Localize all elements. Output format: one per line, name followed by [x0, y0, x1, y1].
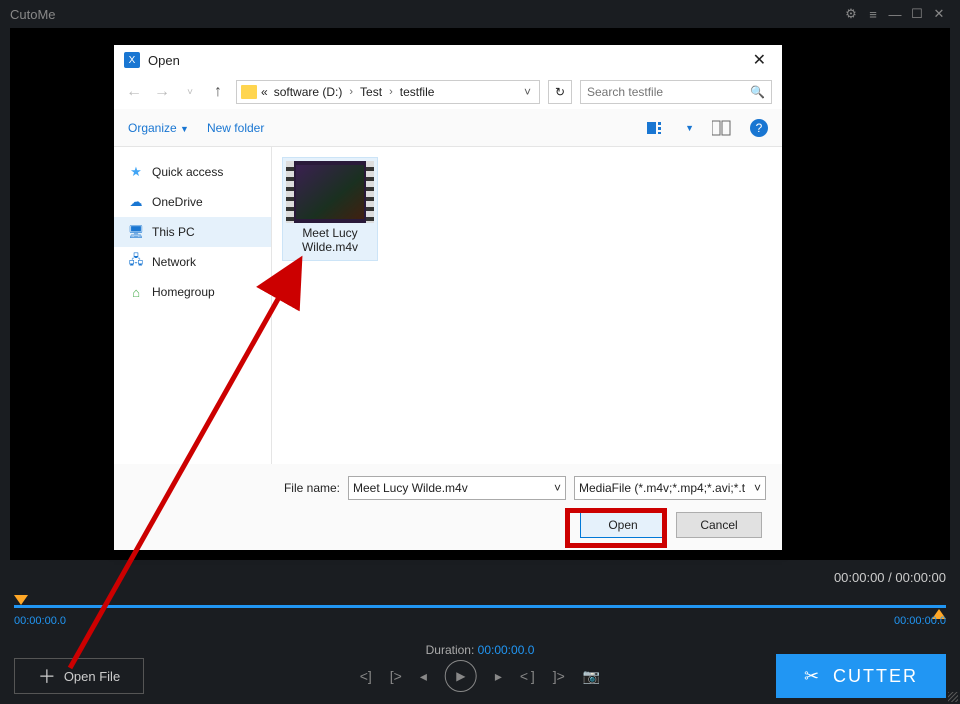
search-icon: 🔍 — [750, 85, 765, 99]
dialog-toolbar: Organize ▼ New folder ▼ ? — [114, 109, 782, 147]
cutter-button[interactable]: ✂ CUTTER — [776, 654, 946, 698]
dialog-sidebar: ★ Quick access ☁ OneDrive 🖥 This PC 🖧 Ne… — [114, 147, 272, 464]
path-seg-drive[interactable]: software (D:) — [272, 85, 345, 99]
dialog-title: Open — [148, 53, 747, 68]
step-end-icon[interactable]: ]> — [553, 668, 565, 684]
back-icon[interactable]: ← — [124, 83, 144, 101]
resize-grip[interactable] — [948, 692, 958, 702]
app-titlebar: CutoMe ⚙ ≡ ― ☐ ✕ — [0, 0, 960, 28]
time-display: 00:00:00 / 00:00:00 — [834, 570, 946, 585]
current-time: 00:00:00 — [834, 570, 885, 585]
folder-icon — [241, 85, 257, 99]
sidebar-item-network[interactable]: 🖧 Network — [114, 247, 271, 277]
dialog-body: ★ Quick access ☁ OneDrive 🖥 This PC 🖧 Ne… — [114, 147, 782, 464]
up-icon[interactable]: ↑ — [208, 83, 228, 101]
search-input[interactable] — [587, 85, 750, 99]
menu-icon[interactable]: ≡ — [862, 7, 884, 22]
plus-icon: ＋ — [38, 663, 56, 689]
cancel-button[interactable]: Cancel — [676, 512, 762, 538]
chevron-down-icon[interactable]: ▼ — [685, 123, 694, 133]
camera-icon[interactable]: 📷 — [583, 668, 600, 685]
chevron-down-icon: ▼ — [180, 124, 189, 134]
timeline[interactable]: 00:00:00.0 00:00:00.0 — [14, 595, 946, 623]
network-icon: 🖧 — [128, 254, 144, 270]
sidebar-item-onedrive[interactable]: ☁ OneDrive — [114, 187, 271, 217]
open-file-button[interactable]: ＋ Open File — [14, 658, 144, 694]
timeline-end-time: 00:00:00.0 — [894, 615, 946, 627]
timeline-start-handle[interactable] — [14, 595, 28, 605]
filename-input[interactable]: Meet Lucy Wilde.m4v ˅ — [348, 476, 566, 500]
file-open-dialog: X Open ✕ ← → ˅ ↑ « software (D:) › Test … — [114, 45, 782, 550]
sidebar-item-this-pc[interactable]: 🖥 This PC — [114, 217, 271, 247]
total-time: 00:00:00 — [895, 570, 946, 585]
sidebar-item-quick-access[interactable]: ★ Quick access — [114, 157, 271, 187]
new-folder-button[interactable]: New folder — [207, 121, 264, 135]
file-item[interactable]: Meet Lucy Wilde.m4v — [282, 157, 378, 261]
open-button[interactable]: Open — [580, 512, 666, 538]
monitor-icon: 🖥 — [128, 224, 144, 240]
mark-out-icon[interactable]: [> — [390, 668, 402, 684]
play-button[interactable]: ▶ — [445, 660, 477, 692]
search-box[interactable]: 🔍 — [580, 80, 772, 104]
sidebar-item-homegroup[interactable]: ⌂ Homegroup — [114, 277, 271, 307]
view-mode-icon[interactable] — [647, 120, 667, 136]
playback-controls: <] [> ◂ ▶ ▸ < ] ]> 📷 — [360, 660, 601, 692]
dialog-nav-bar: ← → ˅ ↑ « software (D:) › Test › testfil… — [114, 75, 782, 109]
file-type-filter[interactable]: MediaFile (*.m4v;*.mp4;*.avi;*.t ˅ — [574, 476, 766, 500]
path-seg-test[interactable]: Test — [358, 85, 384, 99]
close-app-icon[interactable]: ✕ — [928, 6, 950, 22]
minimize-icon[interactable]: ― — [884, 7, 906, 22]
dialog-app-icon: X — [124, 52, 140, 68]
chevron-right-icon[interactable]: › — [346, 86, 356, 98]
preview-pane-icon[interactable] — [712, 120, 732, 136]
chevron-down-icon[interactable]: ˅ — [554, 481, 561, 495]
mark-in-icon[interactable]: <] — [360, 668, 372, 684]
path-seg-testfile[interactable]: testfile — [398, 85, 437, 99]
filename-label: File name: — [130, 481, 340, 495]
prev-frame-icon[interactable]: ◂ — [420, 668, 427, 685]
chevron-right-icon[interactable]: › — [386, 86, 396, 98]
homegroup-icon: ⌂ — [128, 284, 144, 300]
maximize-icon[interactable]: ☐ — [906, 6, 928, 22]
timeline-start-time: 00:00:00.0 — [14, 615, 66, 627]
video-thumbnail — [286, 161, 374, 223]
organize-menu[interactable]: Organize ▼ — [128, 121, 189, 135]
gear-icon[interactable]: ⚙ — [840, 6, 862, 22]
help-icon[interactable]: ? — [750, 119, 768, 137]
file-list[interactable]: Meet Lucy Wilde.m4v — [272, 147, 782, 464]
scissors-icon: ✂ — [804, 666, 821, 687]
recent-chevron-icon[interactable]: ˅ — [180, 87, 200, 98]
file-name-label: Meet Lucy Wilde.m4v — [286, 223, 374, 257]
chevron-down-icon[interactable]: ˅ — [754, 481, 761, 495]
star-icon: ★ — [128, 164, 144, 180]
address-bar[interactable]: « software (D:) › Test › testfile ˅ — [236, 80, 540, 104]
cloud-icon: ☁ — [128, 194, 144, 210]
close-dialog-icon[interactable]: ✕ — [747, 50, 772, 70]
loop-icon[interactable]: < ] — [520, 668, 535, 684]
forward-icon[interactable]: → — [152, 83, 172, 101]
refresh-button[interactable]: ↻ — [548, 80, 572, 104]
dialog-footer: File name: Meet Lucy Wilde.m4v ˅ MediaFi… — [114, 464, 782, 550]
timeline-track[interactable] — [14, 605, 946, 608]
next-frame-icon[interactable]: ▸ — [495, 668, 502, 685]
bottom-bar: ＋ Open File <] [> ◂ ▶ ▸ < ] ]> 📷 ✂ CUTTE… — [0, 654, 960, 698]
dialog-titlebar: X Open ✕ — [114, 45, 782, 75]
address-dropdown-icon[interactable]: ˅ — [520, 85, 535, 99]
app-title: CutoMe — [10, 7, 840, 22]
